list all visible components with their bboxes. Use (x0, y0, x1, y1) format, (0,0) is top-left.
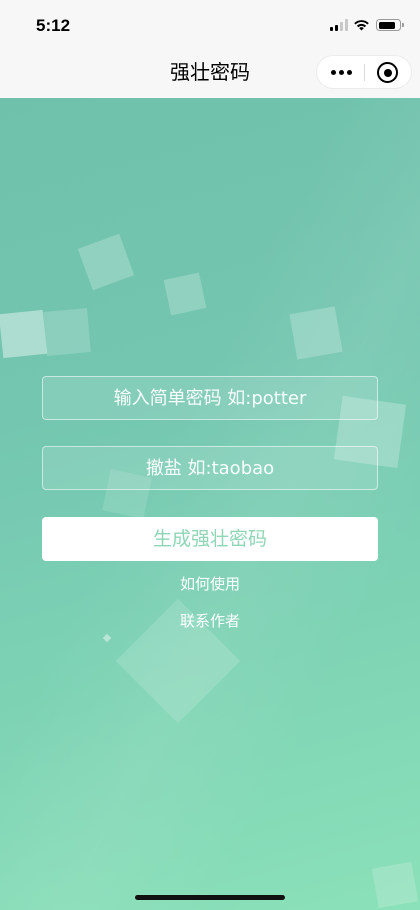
salt-input[interactable] (42, 446, 378, 490)
decor-square (163, 272, 207, 316)
menu-capsule (316, 55, 412, 89)
how-to-use-link[interactable]: 如何使用 (0, 573, 420, 595)
more-icon[interactable] (331, 70, 353, 75)
target-icon[interactable] (377, 62, 398, 83)
main-area: 生成强壮密码 如何使用 联系作者 (0, 98, 420, 910)
capsule-divider (364, 64, 365, 81)
decor-square (0, 309, 48, 359)
home-indicator (135, 895, 285, 900)
decor-square (371, 861, 419, 909)
battery-nub (402, 23, 404, 27)
signal-icon (330, 19, 348, 31)
generate-button[interactable]: 生成强壮密码 (42, 517, 378, 561)
contact-author-link[interactable]: 联系作者 (0, 610, 420, 632)
decor-square (43, 308, 91, 356)
decor-square (77, 233, 135, 291)
password-input[interactable] (42, 376, 378, 420)
header: 5:12 强壮密码 (0, 0, 420, 98)
decor-dot (102, 633, 112, 643)
status-time: 5:12 (36, 16, 71, 35)
decor-square (289, 306, 343, 360)
status-icons (330, 19, 404, 33)
battery-icon (376, 19, 401, 31)
wifi-icon (354, 20, 369, 31)
